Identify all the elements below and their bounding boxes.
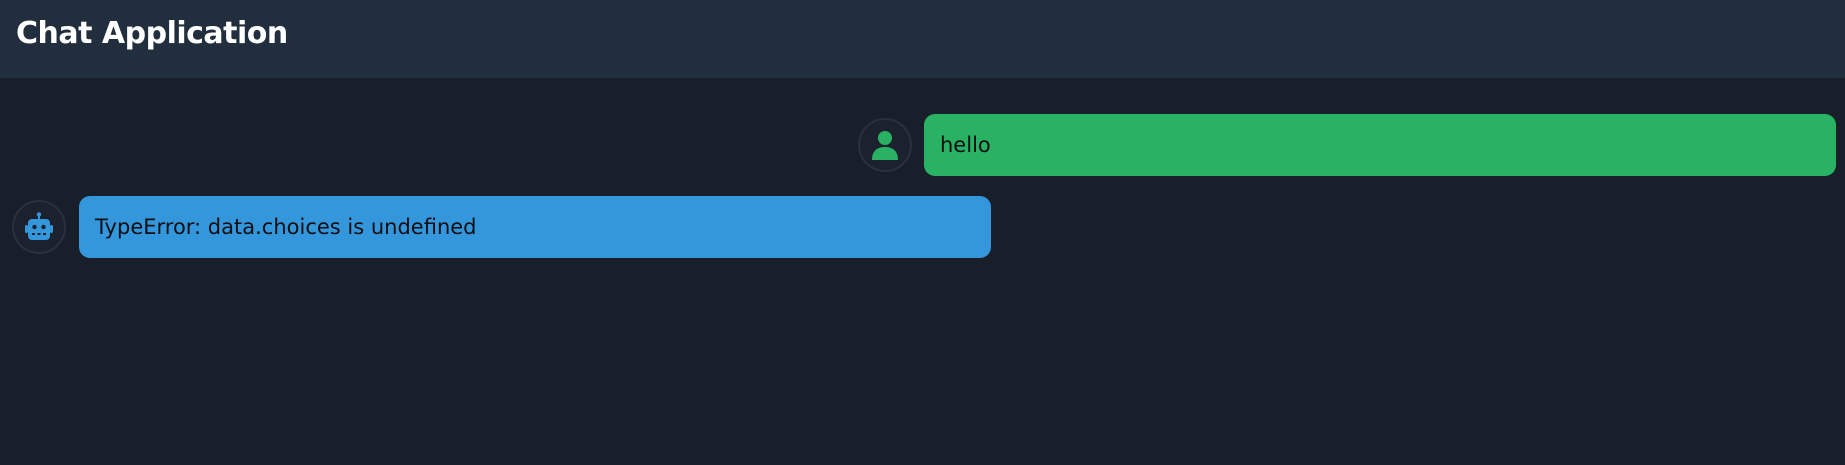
message-text: hello — [940, 133, 991, 157]
user-message-bubble: hello — [924, 114, 1836, 176]
user-avatar — [858, 118, 912, 172]
message-text: TypeError: data.choices is undefined — [95, 215, 477, 239]
app-header: Chat Application — [0, 0, 1845, 78]
bot-message-bubble: TypeError: data.choices is undefined — [79, 196, 991, 258]
bot-avatar — [12, 200, 66, 254]
user-icon — [872, 130, 898, 160]
robot-icon — [24, 212, 54, 242]
app-title: Chat Application — [16, 16, 288, 51]
chat-messages[interactable]: hello TypeError: data.choices is undefin… — [0, 78, 1845, 465]
